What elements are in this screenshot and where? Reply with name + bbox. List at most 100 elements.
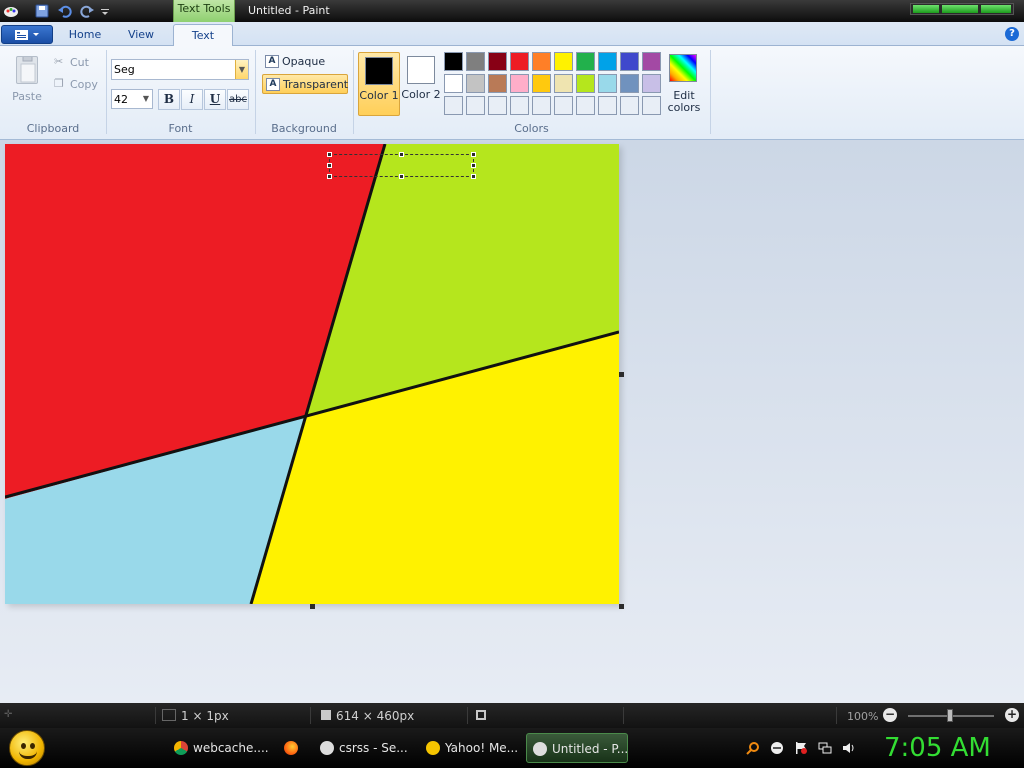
volume-icon[interactable] [842, 741, 856, 755]
palette-swatch[interactable] [554, 74, 573, 93]
taskbar-item-yahoo[interactable]: Yahoo! Me... [420, 733, 522, 763]
bold-button[interactable]: B [158, 89, 180, 110]
customize-quick-access-icon[interactable] [100, 3, 116, 19]
save-icon[interactable] [34, 3, 50, 19]
taskbar-clock[interactable]: 7:05 AM [884, 733, 991, 763]
text-box-selection[interactable] [327, 152, 476, 179]
maximize-button[interactable] [942, 5, 978, 13]
palette-swatch[interactable] [466, 96, 485, 115]
colors-group-label: Colors [514, 122, 549, 135]
cut-button[interactable]: ✂ Cut [54, 54, 102, 72]
taskbar-item-firefox[interactable] [278, 733, 308, 763]
palette-swatch[interactable] [620, 52, 639, 71]
palette-swatch[interactable] [554, 96, 573, 115]
palette-swatch[interactable] [488, 96, 507, 115]
edit-colors-button[interactable]: Edit colors [666, 52, 702, 116]
paint-app-icon[interactable] [3, 3, 19, 19]
palette-swatch[interactable] [598, 96, 617, 115]
color2-button[interactable]: Color 2 [401, 52, 443, 116]
palette-swatch[interactable] [532, 96, 551, 115]
palette-swatch[interactable] [642, 96, 661, 115]
palette-swatch[interactable] [576, 52, 595, 71]
status-divider [310, 707, 311, 724]
redo-icon[interactable] [79, 3, 95, 19]
palette-swatch[interactable] [444, 96, 463, 115]
font-size-combo[interactable]: ▼ [111, 89, 153, 109]
tab-text[interactable]: Text [173, 24, 233, 47]
palette-swatch[interactable] [510, 74, 529, 93]
taskbar-item-chrome[interactable]: webcache.... [168, 733, 270, 763]
underline-button[interactable]: U [204, 89, 226, 110]
palette-swatch[interactable] [598, 52, 617, 71]
zoom-out-button[interactable]: − [883, 708, 897, 722]
text-box-handle[interactable] [399, 152, 404, 157]
image-size-icon [321, 710, 331, 720]
status-divider [155, 707, 156, 724]
undo-icon[interactable] [57, 3, 73, 19]
opaque-button[interactable]: A Opaque [262, 52, 348, 72]
paint-icon [320, 741, 334, 755]
palette-swatch[interactable] [444, 52, 463, 71]
taskbar-item-paint[interactable]: Untitled - P... [526, 733, 628, 763]
paint-menu-button[interactable] [1, 25, 53, 44]
search-icon[interactable] [746, 741, 760, 755]
close-button[interactable] [981, 5, 1011, 13]
scissors-icon: ✂ [54, 55, 64, 68]
font-group-label: Font [168, 122, 193, 135]
drawing-canvas[interactable] [5, 144, 619, 604]
palette-swatch[interactable] [642, 52, 661, 71]
text-box-handle[interactable] [399, 174, 404, 179]
status-icon[interactable] [770, 741, 784, 755]
text-box-handle[interactable] [471, 152, 476, 157]
canvas-resize-handle-corner[interactable] [619, 604, 624, 609]
taskbar-item-csrss[interactable]: csrss - Se... [314, 733, 416, 763]
cursor-position-icon: ✛ [4, 709, 13, 720]
canvas-resize-handle-right[interactable] [619, 372, 624, 377]
palette-swatch[interactable] [620, 96, 639, 115]
text-box-handle[interactable] [327, 152, 332, 157]
network-icon[interactable] [818, 741, 832, 755]
ribbon: Paste ✂ Cut ❐ Copy Clipboard ▼ ▼ B I U a… [0, 46, 1024, 140]
chevron-down-icon[interactable]: ▼ [141, 90, 151, 108]
palette-swatch[interactable] [466, 74, 485, 93]
palette-swatch[interactable] [642, 74, 661, 93]
canvas-resize-handle-bottom[interactable] [310, 604, 315, 609]
paste-button[interactable]: Paste [8, 52, 46, 108]
copy-button[interactable]: ❐ Copy [54, 76, 102, 94]
strikethrough-button[interactable]: abc [227, 89, 249, 110]
font-size-input[interactable] [114, 92, 138, 106]
palette-swatch[interactable] [598, 74, 617, 93]
title-bar: Text Tools Untitled - Paint [0, 0, 1024, 22]
window-controls[interactable] [910, 3, 1014, 15]
palette-swatch[interactable] [466, 52, 485, 71]
text-box-handle[interactable] [327, 163, 332, 168]
font-family-combo[interactable]: ▼ [111, 59, 249, 80]
chevron-down-icon[interactable]: ▼ [235, 60, 248, 79]
palette-swatch[interactable] [510, 52, 529, 71]
tab-view[interactable]: View [114, 24, 168, 47]
action-center-flag-icon[interactable] [794, 741, 808, 755]
palette-swatch[interactable] [554, 52, 573, 71]
transparent-button[interactable]: A Transparent [262, 74, 348, 94]
start-button[interactable] [9, 730, 45, 766]
palette-swatch[interactable] [576, 74, 595, 93]
palette-swatch[interactable] [532, 74, 551, 93]
zoom-in-button[interactable]: + [1005, 708, 1019, 722]
text-box-handle[interactable] [471, 174, 476, 179]
tab-home[interactable]: Home [56, 24, 114, 47]
palette-swatch[interactable] [510, 96, 529, 115]
palette-swatch[interactable] [620, 74, 639, 93]
minimize-button[interactable] [913, 5, 939, 13]
palette-swatch[interactable] [488, 74, 507, 93]
palette-swatch[interactable] [488, 52, 507, 71]
help-icon[interactable]: ? [1005, 27, 1019, 41]
text-box-handle[interactable] [327, 174, 332, 179]
font-family-input[interactable] [114, 62, 234, 77]
palette-swatch[interactable] [576, 96, 595, 115]
text-box-handle[interactable] [471, 163, 476, 168]
italic-button[interactable]: I [181, 89, 203, 110]
palette-swatch[interactable] [444, 74, 463, 93]
zoom-slider-thumb[interactable] [947, 709, 953, 722]
palette-swatch[interactable] [532, 52, 551, 71]
color1-button[interactable]: Color 1 [358, 52, 400, 116]
